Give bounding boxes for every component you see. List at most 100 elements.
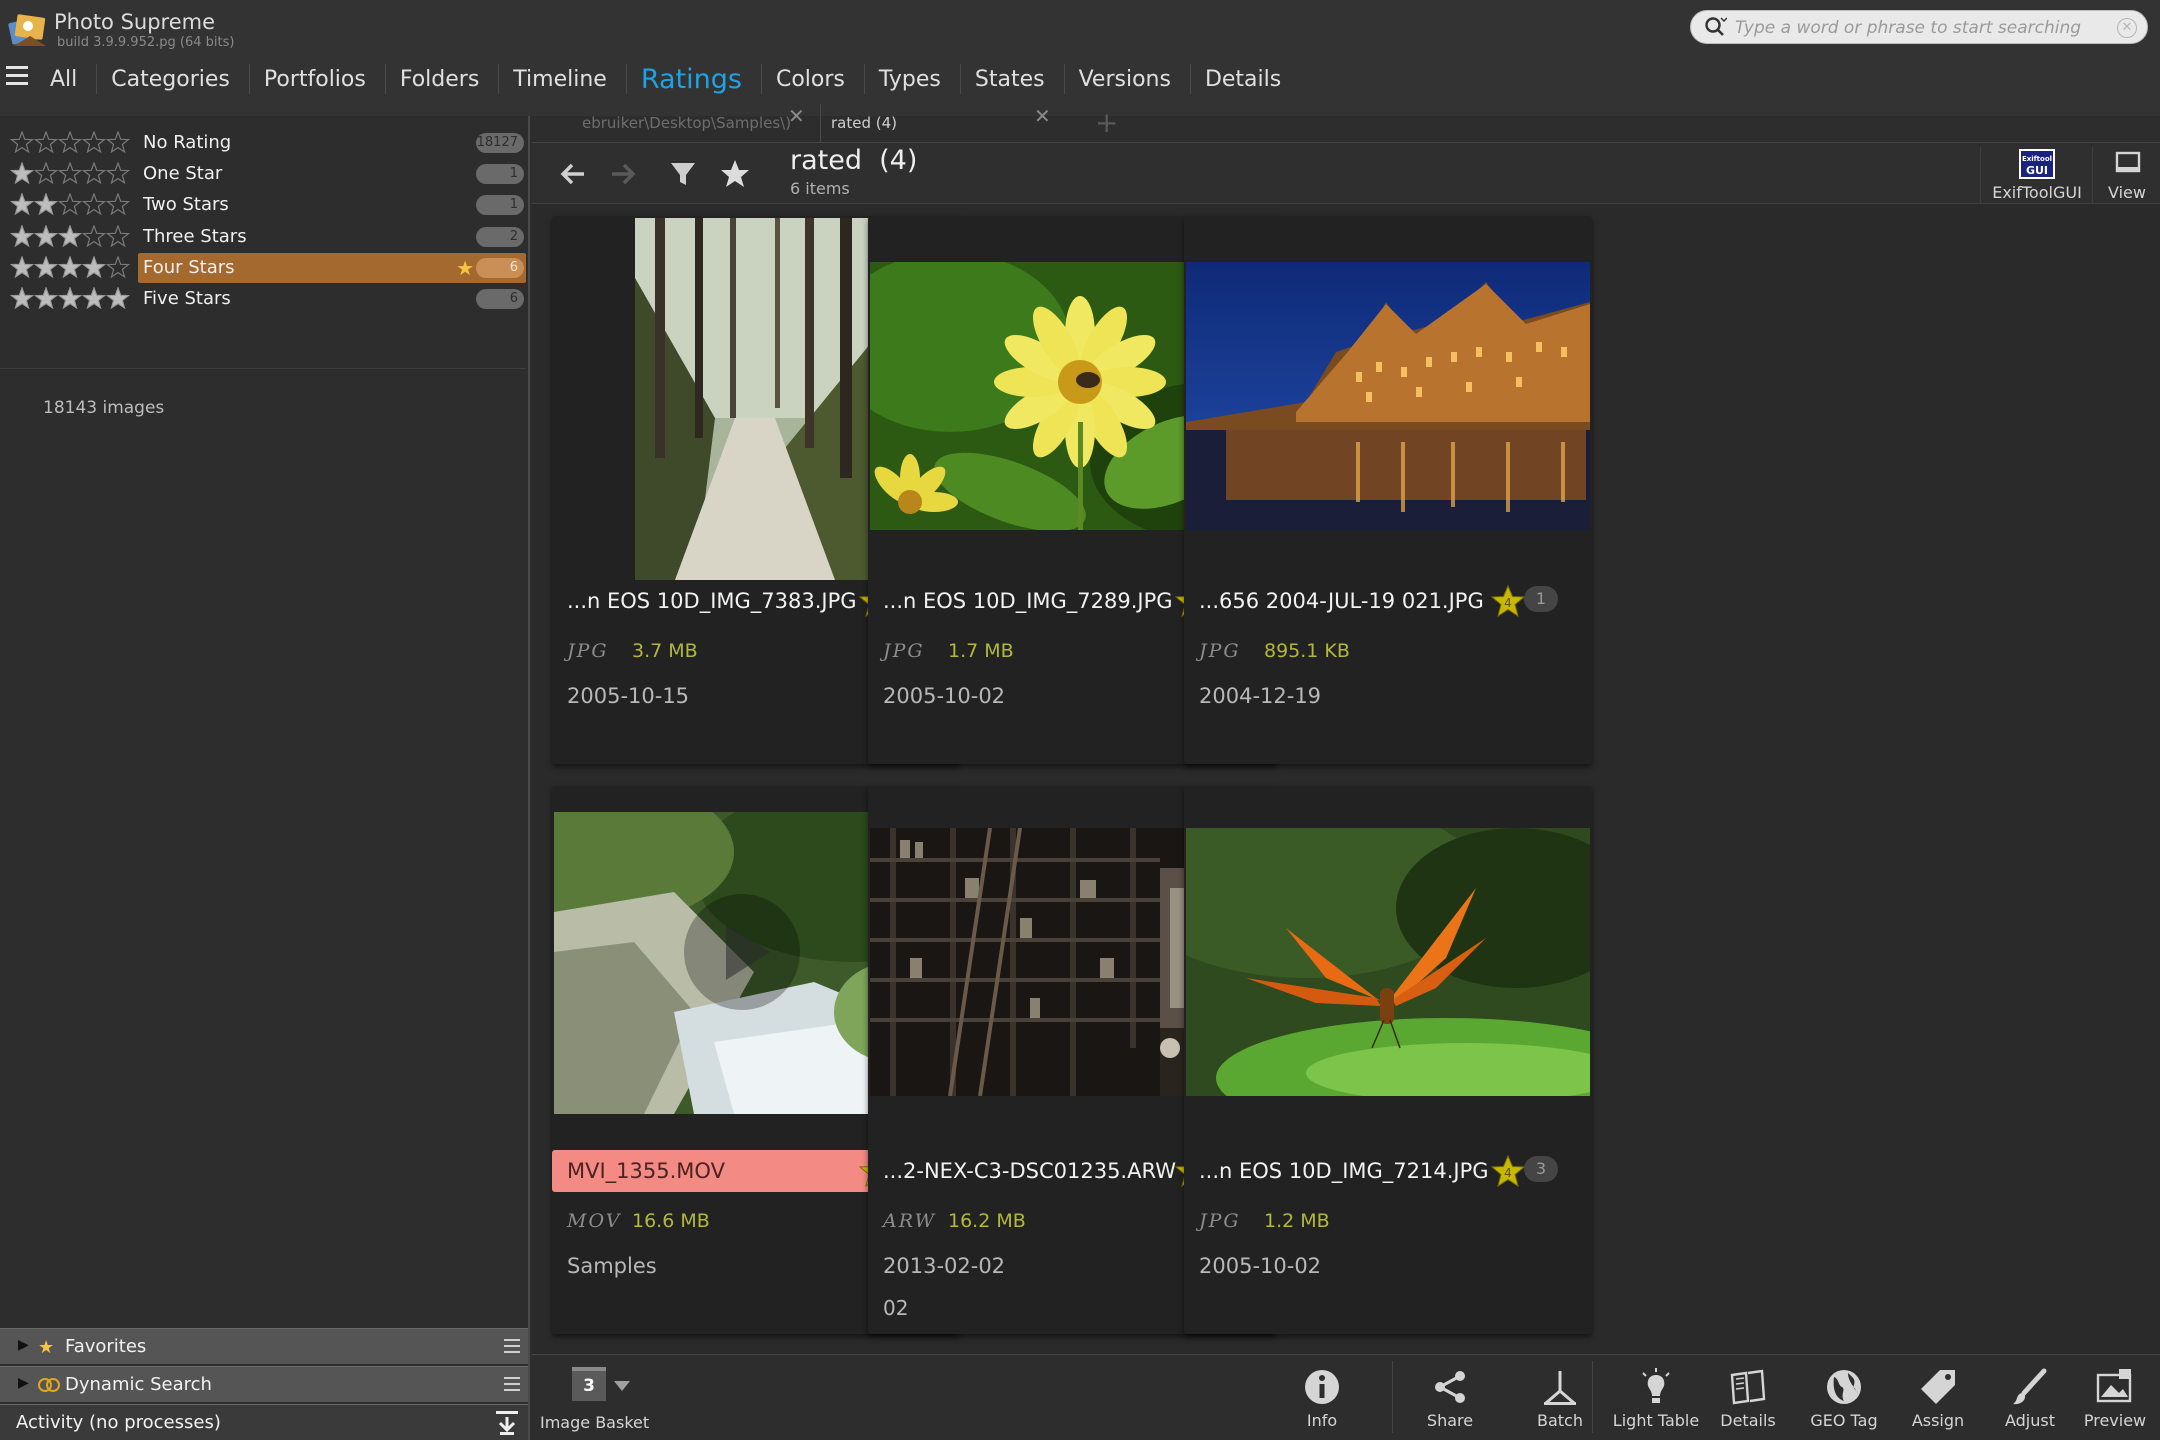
- thumbnail-card[interactable]: ...656 2004-JUL-19 021.JPG 4 1 JPG 895.1…: [1184, 216, 1592, 764]
- file-size: 16.2 MB: [948, 1210, 1026, 1232]
- rating-star-icon[interactable]: 4: [1490, 1154, 1526, 1188]
- doc-tab-rated-label: rated (4): [831, 114, 898, 132]
- search-icon[interactable]: [1703, 15, 1727, 39]
- filename: ...n EOS 10D_IMG_7383.JPG: [567, 589, 857, 613]
- info-button[interactable]: Info: [1292, 1361, 1352, 1437]
- thumbnail-card[interactable]: ...n EOS 10D_IMG_7214.JPG 4 3 JPG 1.2 MB…: [1184, 786, 1592, 1334]
- thumbnail-image: [1186, 828, 1590, 1096]
- empty-star-icon: [33, 131, 59, 154]
- rating-item[interactable]: One Star 1: [0, 159, 526, 189]
- nav-tabs: All Categories Portfolios Folders Timeli…: [38, 58, 1301, 102]
- images-count: 18143 images: [43, 398, 165, 418]
- divider: [0, 368, 526, 369]
- batch-button[interactable]: Batch: [1510, 1361, 1610, 1437]
- preview-button[interactable]: Preview: [2074, 1361, 2156, 1437]
- view-subtitle: 6 items: [790, 179, 850, 198]
- tab-timeline[interactable]: Timeline: [499, 58, 627, 102]
- rating-label: No Rating: [143, 132, 232, 153]
- rating-item[interactable]: Two Stars 1: [0, 190, 526, 220]
- star-icon[interactable]: [718, 157, 752, 191]
- empty-star-icon: [10, 131, 35, 154]
- bottom-toolbar: 3 Image Basket Info Share Batch Light Ta…: [532, 1354, 2160, 1440]
- book-icon: [1730, 1369, 1766, 1405]
- favorites-panel[interactable]: ▶ ★ Favorites: [0, 1328, 528, 1364]
- dynamic-search-panel[interactable]: ▶ Dynamic Search: [0, 1366, 528, 1402]
- exiftool-button[interactable]: Exiftool GUI ExifToolGUI: [1980, 147, 2092, 203]
- tab-colors[interactable]: Colors: [762, 58, 865, 102]
- basket-icon: 3: [572, 1367, 606, 1401]
- search-input[interactable]: [1735, 15, 2105, 41]
- file-size: 1.2 MB: [1264, 1210, 1330, 1232]
- empty-star-icon: [81, 193, 107, 216]
- details-button[interactable]: Details: [1708, 1361, 1788, 1437]
- filled-star-icon: [81, 287, 107, 310]
- batch-label: Batch: [1537, 1411, 1583, 1430]
- empty-star-icon: [33, 162, 59, 185]
- brush-icon: [2013, 1368, 2047, 1405]
- rating-item[interactable]: No Rating 18127: [0, 128, 526, 158]
- panel-menu-icon[interactable]: [504, 1339, 520, 1353]
- file-type: ARW: [883, 1210, 937, 1232]
- app-header: Photo Supreme build 3.9.9.952.pg (64 bit…: [0, 0, 2160, 116]
- tab-types[interactable]: Types: [865, 58, 961, 102]
- rating-stars-icon: [10, 131, 130, 154]
- empty-star-icon: [81, 162, 107, 185]
- app-logo-icon: [8, 14, 46, 46]
- image-basket-button[interactable]: 3 Image Basket: [540, 1365, 650, 1437]
- geo-tag-label: GEO Tag: [1810, 1411, 1878, 1430]
- menu-icon[interactable]: [6, 66, 28, 86]
- lightbulb-icon: [1642, 1368, 1670, 1403]
- adjust-label: Adjust: [2004, 1411, 2055, 1430]
- rating-label: Three Stars: [143, 225, 247, 247]
- filled-star-icon: [33, 255, 59, 279]
- tab-ratings[interactable]: Ratings: [627, 58, 763, 102]
- dropdown-arrow-icon[interactable]: [614, 1381, 630, 1391]
- file-size: 1.7 MB: [948, 640, 1014, 662]
- tab-folders[interactable]: Folders: [386, 58, 500, 102]
- assign-button[interactable]: Assign: [1896, 1361, 1980, 1437]
- rating-label: Two Stars: [143, 194, 229, 216]
- doc-tab-rated[interactable]: rated (4): [820, 104, 1620, 142]
- file-size: 895.1 KB: [1264, 640, 1350, 662]
- geo-tag-button[interactable]: GEO Tag: [1796, 1361, 1892, 1437]
- close-icon[interactable]: ✕: [1034, 104, 1051, 128]
- back-arrow-icon[interactable]: [556, 157, 590, 191]
- file-type: JPG: [883, 640, 925, 662]
- search-box[interactable]: ✕: [1690, 10, 2148, 44]
- file-size: 16.6 MB: [632, 1210, 710, 1232]
- main-toolbar: rated (4) 6 items Exiftool GUI ExifToolGU…: [532, 142, 2160, 204]
- file-type: JPG: [1199, 640, 1241, 662]
- expand-arrow-icon[interactable]: ▶: [18, 1337, 29, 1353]
- tab-versions[interactable]: Versions: [1065, 58, 1192, 102]
- empty-star-icon: [105, 131, 130, 154]
- rating-item[interactable]: Three Stars 2: [0, 222, 526, 252]
- panel-menu-icon[interactable]: [504, 1377, 520, 1391]
- tab-all[interactable]: All: [38, 58, 98, 102]
- view-title: rated (4): [790, 145, 918, 176]
- expand-arrow-icon[interactable]: ▶: [18, 1375, 29, 1391]
- star-icon: ★: [38, 1337, 55, 1358]
- view-button[interactable]: View: [2092, 147, 2160, 203]
- tab-categories[interactable]: Categories: [97, 58, 250, 102]
- tab-portfolios[interactable]: Portfolios: [250, 58, 386, 102]
- close-circle-icon[interactable]: ✕: [2117, 18, 2137, 38]
- download-icon[interactable]: [494, 1409, 520, 1437]
- filter-icon[interactable]: [666, 157, 700, 191]
- share-button[interactable]: Share: [1400, 1361, 1500, 1437]
- rating-item[interactable]: Five Stars 6: [0, 284, 526, 314]
- tab-details[interactable]: Details: [1191, 58, 1301, 102]
- info-icon: [1305, 1370, 1339, 1404]
- add-tab-icon[interactable]: +: [1095, 106, 1118, 139]
- rating-item[interactable]: Four Stars ★ 6: [0, 252, 526, 283]
- app-title: Photo Supreme: [54, 10, 216, 34]
- adjust-button[interactable]: Adjust: [1988, 1361, 2072, 1437]
- rating-star-icon[interactable]: 4: [1490, 584, 1526, 618]
- light-table-button[interactable]: Light Table: [1600, 1361, 1712, 1437]
- activity-panel[interactable]: Activity (no processes): [0, 1404, 528, 1440]
- tab-states[interactable]: States: [961, 58, 1065, 102]
- forward-arrow-icon[interactable]: [606, 157, 640, 191]
- filled-star-icon: [33, 287, 59, 310]
- close-icon[interactable]: ✕: [788, 104, 805, 128]
- rating-count: 3: [1524, 1156, 1558, 1182]
- assign-label: Assign: [1911, 1411, 1965, 1430]
